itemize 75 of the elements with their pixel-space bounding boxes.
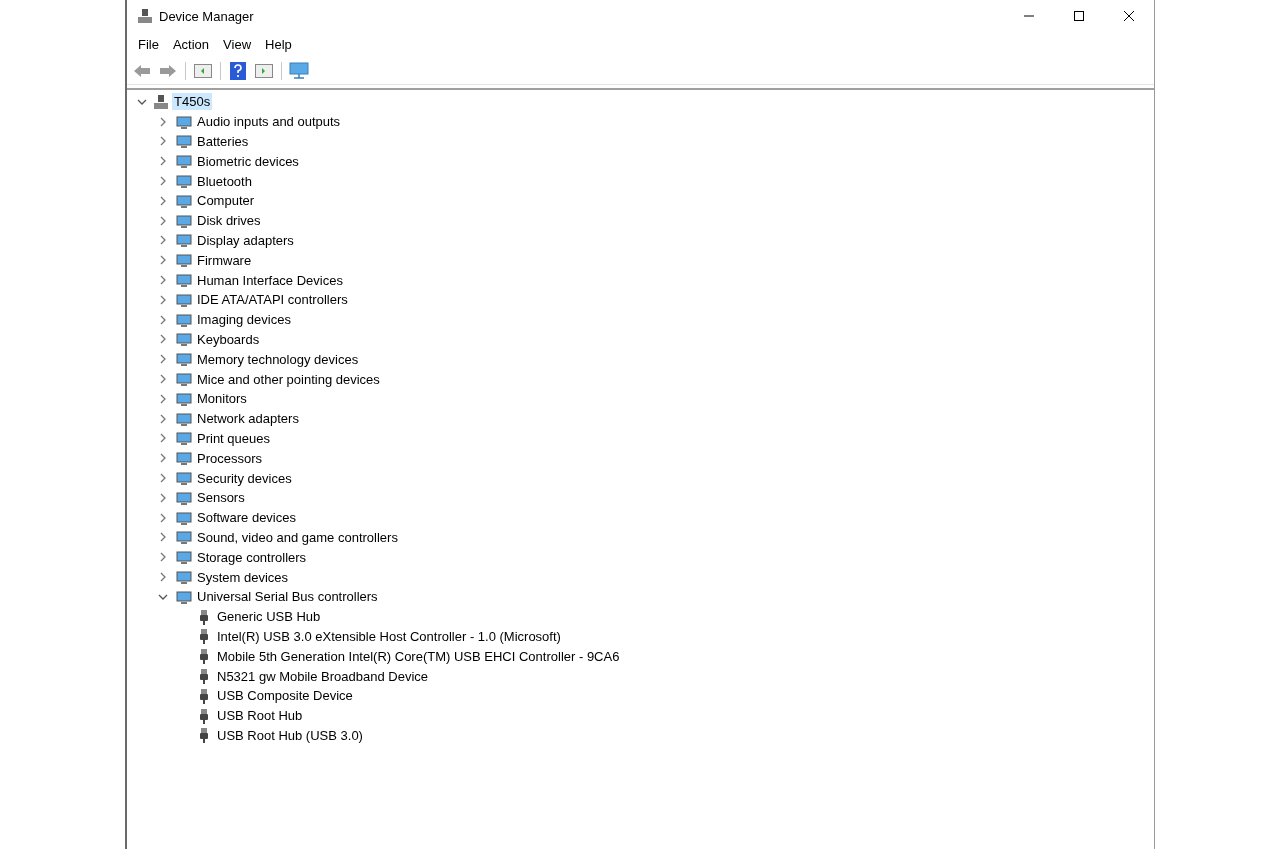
tree-item[interactable]: Print queues	[195, 429, 272, 447]
tree-item[interactable]: Intel(R) USB 3.0 eXtensible Host Controller - 1.0 (Microsoft)	[215, 627, 563, 645]
tree-item[interactable]: Network adapters	[195, 410, 301, 428]
device-icon	[176, 291, 192, 308]
device-icon	[176, 410, 192, 427]
monitor-icon	[289, 61, 309, 80]
device-icon	[176, 351, 192, 368]
tree-item[interactable]: Audio inputs and outputs	[195, 113, 343, 131]
panel-icon	[194, 63, 212, 78]
tree-item[interactable]: Sound, video and game controllers	[195, 528, 400, 546]
tree-item[interactable]: Disk drives	[195, 212, 263, 230]
device-icon	[176, 529, 192, 546]
device-icon	[176, 133, 192, 150]
device-icon	[176, 549, 192, 566]
device-icon	[176, 173, 192, 190]
tree-item[interactable]: Biometric devices	[195, 152, 301, 170]
scan-button[interactable]	[288, 59, 310, 82]
tree-item[interactable]: Monitors	[195, 390, 249, 408]
menu-item[interactable]: File	[131, 37, 166, 52]
tree-item[interactable]: Keyboards	[195, 330, 262, 348]
tree-item[interactable]: Generic USB Hub	[215, 608, 323, 626]
tree-item[interactable]: Universal Serial Bus controllers	[195, 588, 380, 606]
computer-icon	[153, 93, 169, 110]
arrow-right-icon	[159, 63, 177, 78]
panel-icon	[255, 63, 273, 78]
tree-item[interactable]: IDE ATA/ATAPI controllers	[195, 291, 350, 309]
tree-item[interactable]: Bluetooth	[195, 172, 254, 190]
computer-icon	[137, 8, 153, 24]
tree-item[interactable]: System devices	[195, 568, 291, 586]
window-title: Device Manager	[159, 8, 255, 24]
device-icon	[176, 450, 192, 467]
tree-item[interactable]: USB Composite Device	[215, 687, 355, 705]
tree-item[interactable]: Display adapters	[195, 231, 296, 249]
help-icon	[230, 61, 246, 80]
tree-item[interactable]: Security devices	[195, 469, 294, 487]
help-button[interactable]	[227, 59, 249, 82]
arrow-left-icon	[133, 63, 151, 78]
tree-item[interactable]: Firmware	[195, 251, 254, 269]
device-icon	[176, 113, 192, 130]
tree-item[interactable]: Human Interface Devices	[195, 271, 345, 289]
tree-item[interactable]: Memory technology devices	[195, 350, 361, 368]
tree-item[interactable]: Mice and other pointing devices	[195, 370, 382, 388]
maximize-icon	[1073, 10, 1085, 22]
menu-item[interactable]: Action	[165, 37, 217, 52]
tree-item[interactable]: Computer	[195, 192, 257, 210]
device-icon	[176, 430, 192, 447]
device-icon	[176, 390, 192, 407]
device-icon	[176, 509, 192, 526]
tree-item[interactable]: USB Root Hub	[215, 707, 305, 725]
device-icon	[176, 331, 192, 348]
tree-item[interactable]: T450s	[172, 93, 213, 111]
tree-item[interactable]: Storage controllers	[195, 548, 309, 566]
device-icon	[176, 311, 192, 328]
tree-item[interactable]: Sensors	[195, 489, 247, 507]
tree-item[interactable]: USB Root Hub (USB 3.0)	[215, 726, 365, 744]
tree-item[interactable]: Batteries	[195, 133, 251, 150]
device-icon	[176, 212, 192, 229]
tree-item[interactable]: Imaging devices	[195, 311, 293, 329]
menu-item[interactable]: View	[216, 37, 259, 52]
tree-item[interactable]: Software devices	[195, 509, 298, 527]
device-icon	[176, 371, 192, 388]
menu-item[interactable]: Help	[258, 37, 299, 52]
device-icon	[176, 588, 192, 605]
close-icon	[1123, 10, 1135, 22]
device-icon	[176, 489, 192, 506]
device-icon	[176, 569, 192, 585]
device-icon	[176, 153, 192, 170]
tree-item[interactable]: N5321 gw Mobile Broadband Device	[215, 667, 430, 685]
device-icon	[176, 470, 192, 487]
tree-item[interactable]: Mobile 5th Generation Intel(R) Core(TM) USB EHCI Controller - 9CA6	[215, 647, 622, 665]
device-icon	[176, 252, 192, 269]
device-icon	[176, 232, 192, 249]
tree-item[interactable]: Processors	[195, 449, 265, 467]
device-icon	[176, 272, 192, 289]
device-icon	[176, 192, 192, 209]
